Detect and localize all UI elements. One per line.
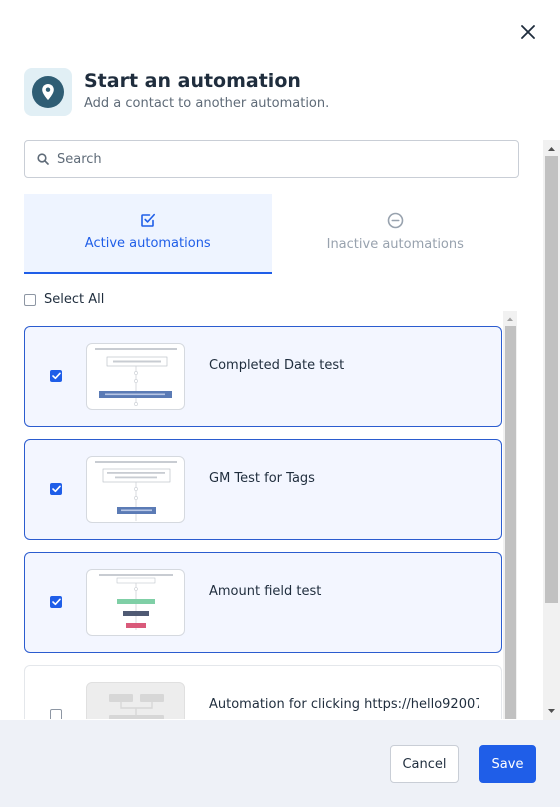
list-item[interactable]: Automation for clicking https://hello920… [24, 665, 502, 719]
cancel-button[interactable]: Cancel [390, 745, 459, 783]
automation-tabs: Active automations Inactive automations [24, 194, 519, 274]
item-checkbox[interactable] [50, 709, 62, 719]
dialog-footer: Cancel Save [0, 720, 560, 807]
search-input[interactable] [57, 151, 497, 167]
close-icon [521, 25, 535, 39]
scroll-down-arrow-icon[interactable] [543, 704, 560, 718]
checkmark-icon [51, 372, 61, 380]
item-checkbox[interactable] [50, 596, 62, 608]
scroll-up-arrow-icon[interactable] [543, 142, 560, 156]
automation-name: Completed Date test [209, 358, 345, 373]
automation-name: GM Test for Tags [209, 471, 315, 486]
select-all-label: Select All [44, 292, 105, 307]
dialog-subtitle: Add a contact to another automation. [84, 96, 330, 111]
automation-preview-thumbnail [86, 682, 185, 719]
item-checkbox[interactable] [50, 483, 62, 495]
automation-list: Completed Date test GM Test for Tags Amo… [24, 326, 502, 719]
list-item[interactable]: Amount field test [24, 552, 502, 653]
tab-active-automations[interactable]: Active automations [24, 194, 272, 274]
save-button[interactable]: Save [479, 745, 536, 783]
check-square-icon [140, 213, 155, 227]
checkmark-icon [51, 598, 61, 606]
automation-badge [24, 68, 72, 116]
dialog-title: Start an automation [84, 70, 301, 92]
search-box[interactable] [24, 140, 519, 178]
location-pin-icon [42, 84, 54, 100]
item-checkbox[interactable] [50, 370, 62, 382]
dialog-scrollbar-thumb[interactable] [545, 156, 558, 603]
search-icon [37, 153, 49, 165]
list-item[interactable]: Completed Date test [24, 326, 502, 427]
automation-preview-thumbnail [86, 569, 185, 636]
automation-preview-thumbnail [86, 343, 185, 410]
automation-preview-thumbnail [86, 456, 185, 523]
tab-active-label: Active automations [84, 236, 211, 251]
automation-name: Automation for clicking https://hello920… [209, 697, 479, 712]
list-scrollbar-thumb[interactable] [505, 326, 516, 719]
select-all-row[interactable]: Select All [24, 292, 104, 307]
select-all-checkbox[interactable] [24, 293, 36, 306]
automation-name: Amount field test [209, 584, 322, 599]
dialog-header: Start an automation Add a contact to ano… [24, 68, 329, 116]
minus-circle-icon [387, 212, 404, 229]
scroll-up-arrow-icon[interactable] [503, 313, 517, 325]
checkmark-icon [51, 485, 61, 493]
list-item[interactable]: GM Test for Tags [24, 439, 502, 540]
tab-inactive-label: Inactive automations [326, 237, 464, 252]
close-button[interactable] [516, 20, 540, 44]
tab-inactive-automations[interactable]: Inactive automations [272, 194, 520, 274]
